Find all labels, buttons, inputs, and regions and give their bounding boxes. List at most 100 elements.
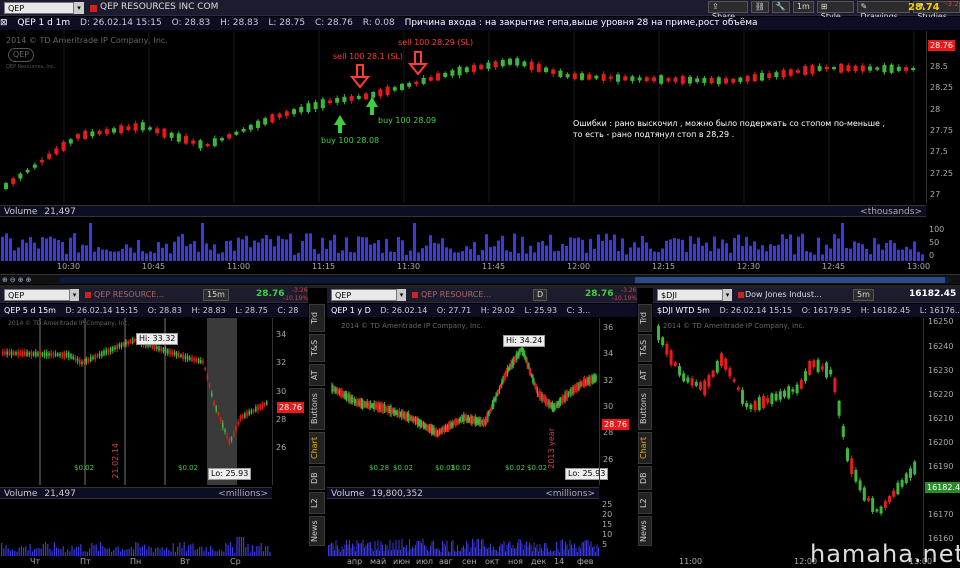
dividend-label: $0.02 [393,464,414,472]
candle [259,404,261,410]
volume-bar [21,239,24,261]
candle [200,359,202,363]
candle [486,62,491,69]
panel1-chart-area[interactable]: 2014 © TD Ameritrade IP Company, Inc. Hi… [0,318,308,485]
settings-button[interactable]: 🔧 [771,1,790,13]
panel2-interval-button[interactable]: D [533,289,548,301]
candle [439,429,441,434]
volume-bar [119,551,121,556]
candle [637,77,642,81]
volume-bar [416,541,418,556]
candle [162,348,165,352]
candle [875,509,879,512]
candle [407,83,412,87]
volume-bar [209,249,212,261]
side-tab-news[interactable]: News [309,516,325,546]
time-tick: июн [393,557,411,566]
volume-bar [38,548,40,556]
candle [37,352,39,356]
volume-bar [517,253,520,261]
zoom-controls[interactable]: ⊕⊖⊕⊕ [2,276,57,284]
panel3-symbol-input[interactable]: $DJI [657,289,723,301]
link-button[interactable]: ⛓ [750,1,769,13]
main-symbol-input[interactable]: QEP [4,2,74,14]
candle [520,347,522,351]
panel2-time-axis: апр май июн июл авг сен окт ноя дек 14 фев [327,557,599,568]
time-tick: 10:45 [142,262,166,271]
volume-bar [188,545,190,556]
main-chart-area[interactable]: 2014 © TD Ameritrade IP Company, Inc. QE… [0,31,960,203]
side-tab-chart[interactable]: Chart [309,432,325,464]
main-zoom-icon[interactable]: ⊠ [0,18,8,28]
side-tab-at[interactable]: AT [309,364,325,386]
volume-bar [397,237,400,261]
candle [584,378,586,387]
candle [567,392,570,396]
side-tab-buttons[interactable]: Buttons [638,388,652,430]
candle [511,360,513,368]
panel2-dropdown-icon[interactable]: ▾ [397,289,406,301]
side-tab-l2[interactable]: L2 [638,492,652,514]
candle [487,412,489,420]
volume-bar [793,254,796,261]
side-tab-at[interactable]: AT [638,364,652,386]
candle [435,429,437,435]
side-tab-chart[interactable]: Chart [638,432,652,464]
panel2-chart-area[interactable]: 2014 © TD Ameritrade IP Company, Inc. Hi… [327,318,637,485]
side-tab-ts[interactable]: T&S [309,334,325,362]
side-tab-news[interactable]: News [638,516,652,546]
panel1-symbol-input[interactable]: QEP [4,289,70,301]
volume-bar [590,541,592,556]
panel1-header: QEP ▾ QEP RESOURCE... 15m 28.76 -3.26 -1… [0,287,308,303]
style-button[interactable]: ⊞ Style [816,1,854,21]
candle [349,96,354,101]
candle [911,67,916,71]
candle [475,418,478,424]
candle [846,448,849,462]
candle [428,77,433,81]
drawings-button[interactable]: ✎ Drawings [856,1,911,21]
panel3-interval-button[interactable]: 5m [853,289,874,301]
scroll-thumb[interactable] [635,277,945,283]
side-tab-trd[interactable]: Trd [309,304,325,332]
share-button[interactable]: ⇪ Share [708,1,748,21]
volume-bar [139,547,141,556]
main-dropdown-icon[interactable]: ▾ [74,2,84,14]
volume-bar [82,551,84,556]
candle [665,344,669,355]
side-tab-trd[interactable]: Trd [638,304,652,332]
volume-bar [589,238,592,261]
volume-bar [403,547,404,556]
panel2-symbol-input[interactable]: QEP [331,289,397,301]
candle [472,64,476,72]
volume-bar [585,252,588,261]
panel1-interval-button[interactable]: 15m [203,289,229,301]
side-tab-db[interactable]: DB [309,466,325,490]
interval-button[interactable]: 1m [792,1,814,13]
time-tick: 12:45 [822,262,846,271]
volume-bar [53,542,55,556]
volume-bar [439,550,440,556]
panel3-dropdown-icon[interactable]: ▾ [723,289,732,301]
candle [816,359,820,373]
candle [395,411,397,414]
volume-bar [192,543,194,556]
panel1-info-close: C: 28 [277,306,299,315]
candle [702,77,707,83]
panel3-chart-area[interactable]: 2014 © TD Ameritrade IP Company, Inc. 16… [653,317,960,556]
side-tab-db[interactable]: DB [638,466,652,490]
volume-bar [254,551,256,556]
price-tick: 34 [276,330,287,339]
side-tab-ts[interactable]: T&S [638,334,652,362]
main-scroll-bar[interactable]: ⊕⊖⊕⊕ [0,274,960,284]
volume-bar [689,236,692,261]
volume-bar [653,251,656,261]
time-tick: Пт [80,557,91,566]
side-tab-l2[interactable]: L2 [309,492,325,514]
candle [493,61,498,68]
volume-bar [554,550,556,556]
volume-bar [513,233,516,261]
volume-bar [273,246,276,261]
side-tab-buttons[interactable]: Buttons [309,388,325,430]
panel1-dropdown-icon[interactable]: ▾ [70,289,79,301]
